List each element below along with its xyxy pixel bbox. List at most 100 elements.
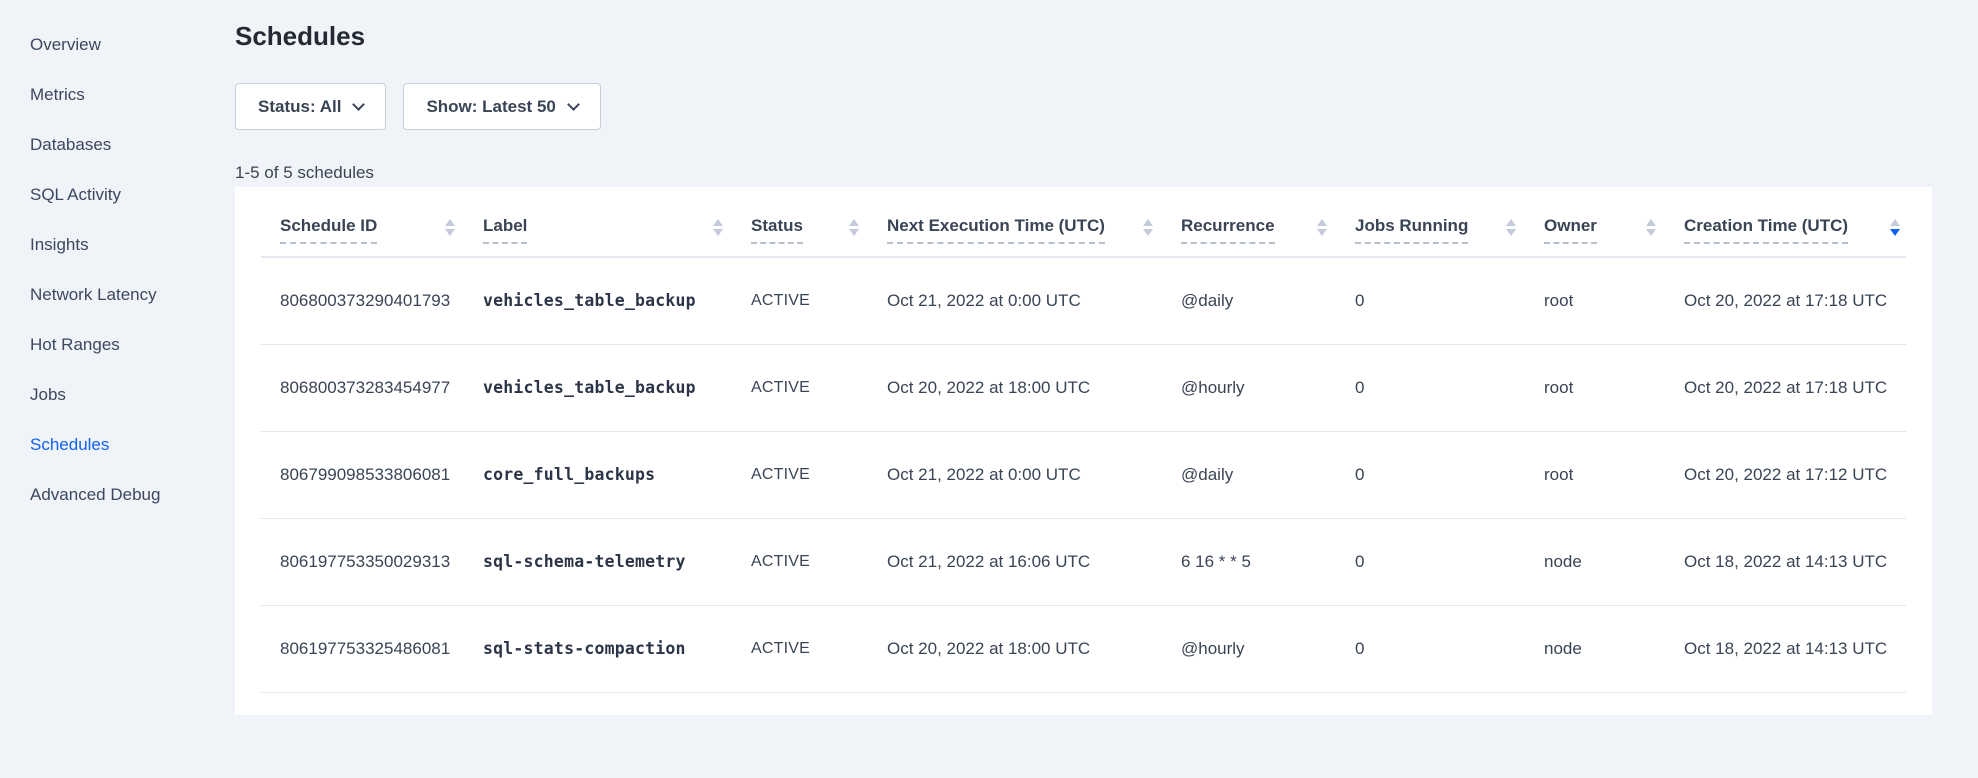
- table-row: 806800373290401793vehicles_table_backupA…: [261, 257, 1906, 344]
- column-label: Schedule ID: [280, 215, 377, 244]
- column-header-jobs-running[interactable]: Jobs Running: [1355, 187, 1544, 257]
- cell-next-execution: Oct 20, 2022 at 18:00 UTC: [887, 344, 1181, 431]
- cell-owner: node: [1544, 518, 1684, 605]
- sort-up-arrow: [1890, 219, 1900, 226]
- cell-label: vehicles_table_backup: [483, 257, 751, 344]
- column-header-status[interactable]: Status: [751, 187, 887, 257]
- sort-up-arrow: [445, 219, 455, 226]
- status-filter-dropdown[interactable]: Status: All: [235, 83, 386, 130]
- column-label: Jobs Running: [1355, 215, 1468, 244]
- cell-label: core_full_backups: [483, 431, 751, 518]
- show-filter-dropdown[interactable]: Show: Latest 50: [403, 83, 600, 130]
- sort-up-arrow: [1317, 219, 1327, 226]
- cell-next-execution: Oct 21, 2022 at 0:00 UTC: [887, 431, 1181, 518]
- main-content: Schedules Status: All Show: Latest 50 1-…: [235, 0, 1978, 778]
- cell-next-execution: Oct 21, 2022 at 0:00 UTC: [887, 257, 1181, 344]
- sort-up-arrow: [849, 219, 859, 226]
- results-count: 1-5 of 5 schedules: [235, 163, 1932, 183]
- status-filter-label: Status: All: [258, 97, 341, 117]
- sort-down-arrow: [1506, 229, 1516, 236]
- filter-bar: Status: All Show: Latest 50: [235, 83, 1932, 130]
- cell-jobs-running: 0: [1355, 257, 1544, 344]
- column-header-schedule-id[interactable]: Schedule ID: [261, 187, 483, 257]
- cell-jobs-running: 0: [1355, 605, 1544, 692]
- sort-icon[interactable]: [1317, 219, 1327, 241]
- cell-jobs-running: 0: [1355, 344, 1544, 431]
- sidebar-item-advanced-debug[interactable]: Advanced Debug: [30, 484, 235, 506]
- cell-schedule-id: 806800373290401793: [261, 257, 483, 344]
- cell-owner: root: [1544, 344, 1684, 431]
- table-row: 806800373283454977vehicles_table_backupA…: [261, 344, 1906, 431]
- cell-recurrence: 6 16 * * 5: [1181, 518, 1355, 605]
- cell-schedule-id: 806800373283454977: [261, 344, 483, 431]
- table-row: 806799098533806081core_full_backupsACTIV…: [261, 431, 1906, 518]
- sidebar-item-overview[interactable]: Overview: [30, 34, 235, 56]
- table-row: 806197753325486081sql-stats-compactionAC…: [261, 605, 1906, 692]
- column-header-label[interactable]: Label: [483, 187, 751, 257]
- sidebar-item-insights[interactable]: Insights: [30, 234, 235, 256]
- column-label: Recurrence: [1181, 215, 1275, 244]
- sort-icon[interactable]: [1506, 219, 1516, 241]
- sort-icon[interactable]: [445, 219, 455, 241]
- column-label: Label: [483, 215, 527, 244]
- chevron-down-icon: [567, 98, 580, 111]
- cell-next-execution: Oct 20, 2022 at 18:00 UTC: [887, 605, 1181, 692]
- cell-status: ACTIVE: [751, 257, 887, 344]
- sort-down-arrow: [445, 229, 455, 236]
- column-header-creation-time[interactable]: Creation Time (UTC): [1684, 187, 1906, 257]
- table-row: 806197753350029313sql-schema-telemetryAC…: [261, 518, 1906, 605]
- column-header-recurrence[interactable]: Recurrence: [1181, 187, 1355, 257]
- chevron-down-icon: [353, 98, 366, 111]
- sort-icon[interactable]: [1143, 219, 1153, 241]
- sidebar-item-network-latency[interactable]: Network Latency: [30, 284, 235, 306]
- cell-status: ACTIVE: [751, 518, 887, 605]
- table-body: 806800373290401793vehicles_table_backupA…: [261, 257, 1906, 692]
- cell-next-execution: Oct 21, 2022 at 16:06 UTC: [887, 518, 1181, 605]
- sidebar-item-metrics[interactable]: Metrics: [30, 84, 235, 106]
- sort-icon[interactable]: [1890, 219, 1900, 241]
- sidebar-item-hot-ranges[interactable]: Hot Ranges: [30, 334, 235, 356]
- cell-creation-time: Oct 20, 2022 at 17:18 UTC: [1684, 257, 1906, 344]
- sort-icon[interactable]: [713, 219, 723, 241]
- column-label: Next Execution Time (UTC): [887, 215, 1105, 244]
- app-window: Overview Metrics Databases SQL Activity Insi…: [0, 0, 1978, 778]
- column-label: Status: [751, 215, 803, 244]
- cell-recurrence: @daily: [1181, 257, 1355, 344]
- cell-recurrence: @daily: [1181, 431, 1355, 518]
- cell-status: ACTIVE: [751, 605, 887, 692]
- cell-label: sql-stats-compaction: [483, 605, 751, 692]
- cell-label: vehicles_table_backup: [483, 344, 751, 431]
- cell-creation-time: Oct 18, 2022 at 14:13 UTC: [1684, 605, 1906, 692]
- sort-down-arrow: [1317, 229, 1327, 236]
- cell-owner: node: [1544, 605, 1684, 692]
- sidebar-item-databases[interactable]: Databases: [30, 134, 235, 156]
- sidebar: Overview Metrics Databases SQL Activity Insi…: [0, 0, 235, 778]
- sidebar-item-schedules[interactable]: Schedules: [30, 434, 235, 456]
- cell-owner: root: [1544, 431, 1684, 518]
- page-title: Schedules: [235, 20, 1932, 52]
- column-header-owner[interactable]: Owner: [1544, 187, 1684, 257]
- column-label: Creation Time (UTC): [1684, 215, 1848, 244]
- cell-jobs-running: 0: [1355, 518, 1544, 605]
- column-header-next-execution[interactable]: Next Execution Time (UTC): [887, 187, 1181, 257]
- cell-label: sql-schema-telemetry: [483, 518, 751, 605]
- sidebar-item-jobs[interactable]: Jobs: [30, 384, 235, 406]
- cell-schedule-id: 806799098533806081: [261, 431, 483, 518]
- sidebar-item-sql-activity[interactable]: SQL Activity: [30, 184, 235, 206]
- cell-jobs-running: 0: [1355, 431, 1544, 518]
- sort-down-arrow: [849, 229, 859, 236]
- show-filter-label: Show: Latest 50: [426, 97, 555, 117]
- cell-creation-time: Oct 20, 2022 at 17:18 UTC: [1684, 344, 1906, 431]
- column-label: Owner: [1544, 215, 1597, 244]
- sort-down-arrow: [1890, 229, 1900, 236]
- schedules-table-card: Schedule ID Label Status Next Execution Tim…: [235, 187, 1932, 715]
- cell-owner: root: [1544, 257, 1684, 344]
- cell-creation-time: Oct 18, 2022 at 14:13 UTC: [1684, 518, 1906, 605]
- sort-icon[interactable]: [849, 219, 859, 241]
- sort-up-arrow: [1506, 219, 1516, 226]
- sort-down-arrow: [1646, 229, 1656, 236]
- sort-icon[interactable]: [1646, 219, 1656, 241]
- schedules-table: Schedule ID Label Status Next Execution Tim…: [261, 187, 1906, 693]
- sort-up-arrow: [1143, 219, 1153, 226]
- sort-up-arrow: [713, 219, 723, 226]
